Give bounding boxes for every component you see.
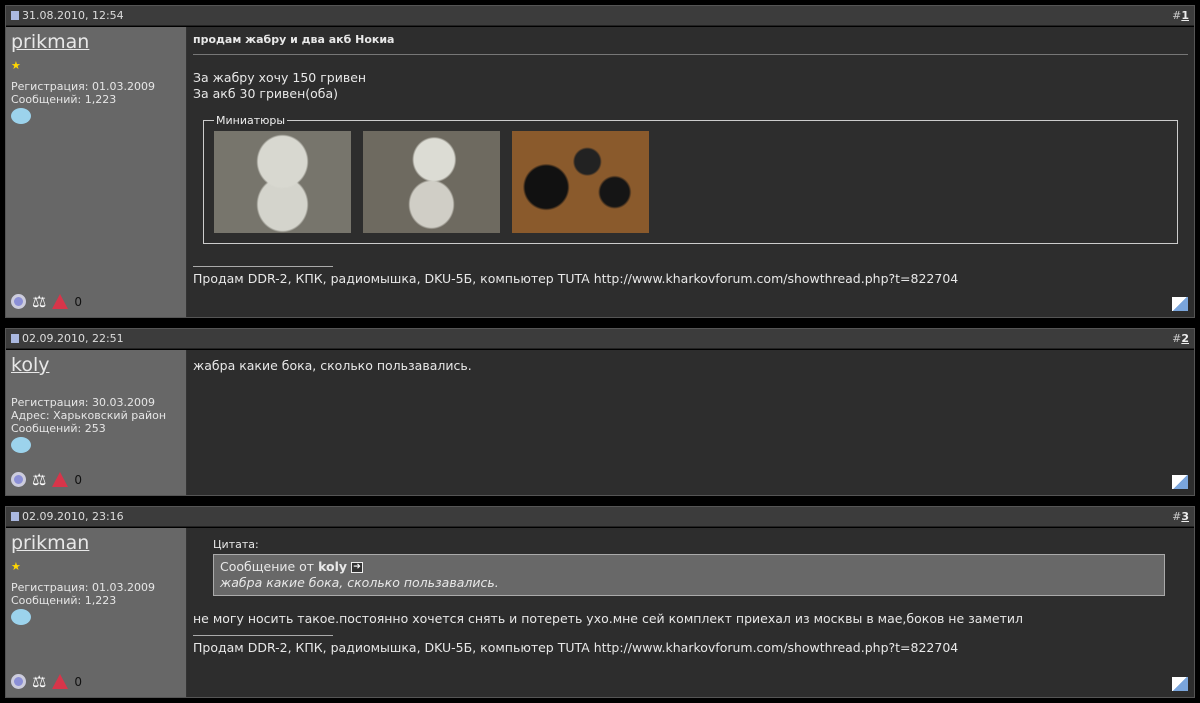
post-number-prefix: # [1172,510,1182,523]
post-title: продам жабру и два акб Нокиа [193,33,1188,55]
reputation-icon[interactable]: ⚖ [32,292,46,311]
attachment-icon: 0 [74,472,82,487]
attachment-icon: 0 [74,674,82,689]
attachments-box: Миниатюры [203,114,1178,244]
post-number[interactable]: 1 [1181,9,1189,22]
post-icon [11,512,19,521]
signature-link[interactable]: http://www.kharkovforum.com/showthread.p… [594,271,959,286]
quote-user: koly [318,559,348,574]
report-post-icon[interactable] [1172,475,1188,489]
registration-date: Регистрация: 01.03.2009 [11,80,155,93]
post-content: Цитата: Сообщение от koly ➔ жабра какие … [187,528,1194,697]
post-header: 02.09.2010, 23:16 #3 [6,507,1194,527]
msn-icon[interactable] [11,437,31,453]
post-count: Сообщений: 253 [11,422,106,435]
username-link[interactable]: prikman [11,31,181,53]
message-line: За жабру хочу 150 гривен [193,70,367,85]
quote-label: Цитата: [213,538,259,551]
report-post-icon[interactable] [1172,677,1188,691]
signature-text: Продам DDR-2, КПК, радиомышка, DKU-5Б, к… [193,640,594,655]
user-info: prikman ★ Регистрация: 01.03.2009 Сообщен… [6,27,187,317]
quote-text: жабра какие бока, сколько пользавались. [220,575,499,590]
post-count: Сообщений: 1,223 [11,93,117,106]
msn-icon[interactable] [11,108,31,124]
post-number-prefix: # [1172,332,1182,345]
signature-link[interactable]: http://www.kharkovforum.com/showthread.p… [594,640,959,655]
post-icon [11,11,19,20]
post-content: жабра какие бока, сколько пользавались. [187,350,1194,495]
thumbnail-batteries-front[interactable] [214,131,351,233]
message-line: За акб 30 гривен(оба) [193,86,339,101]
online-status-icon [11,674,26,689]
quote-from: Сообщение от [220,559,319,574]
attachments-label: Миниатюры [216,114,286,127]
thumbnail-batteries-back[interactable] [363,131,500,233]
star-icon: ★ [11,560,21,573]
report-warning-icon[interactable] [52,674,69,689]
post-number[interactable]: 2 [1181,332,1189,345]
post-number-link[interactable]: #1 [1172,9,1189,22]
signature-text: Продам DDR-2, КПК, радиомышка, DKU-5Б, к… [193,271,594,286]
message-text: не могу носить такое.постоянно хочется с… [193,611,1023,626]
online-status-icon [11,472,26,487]
post-header: 31.08.2010, 12:54 #1 [6,6,1194,26]
post-number-link[interactable]: #3 [1172,510,1189,523]
attachment-icon: 0 [74,294,82,309]
reputation-icon[interactable]: ⚖ [32,672,46,691]
user-address: Адрес: Харьковский район [11,409,167,422]
signature: Продам DDR-2, КПК, радиомышка, DKU-5Б, к… [193,640,1188,655]
post-date: 02.09.2010, 22:51 [22,332,124,345]
view-post-arrow-icon[interactable]: ➔ [351,562,364,573]
signature: Продам DDR-2, КПК, радиомышка, DKU-5Б, к… [193,271,1188,286]
username-link[interactable]: koly [11,354,181,376]
star-icon: ★ [11,59,21,72]
post-number-prefix: # [1172,9,1182,22]
username-link[interactable]: prikman [11,532,181,554]
post-1: 31.08.2010, 12:54 #1 prikman ★ Регистрац… [5,5,1195,318]
user-info: prikman ★ Регистрация: 01.03.2009 Сообщен… [6,528,187,697]
user-info: koly Регистрация: 30.03.2009 Адрес: Харьк… [6,350,187,495]
post-number-link[interactable]: #2 [1172,332,1189,345]
signature-divider [193,635,333,636]
report-post-icon[interactable] [1172,297,1188,311]
message-text: жабра какие бока, сколько пользавались. [193,358,472,373]
signature-divider [193,266,333,267]
quote-box: Сообщение от koly ➔ жабра какие бока, ск… [213,554,1165,596]
reputation-icon[interactable]: ⚖ [32,470,46,489]
registration-date: Регистрация: 01.03.2009 [11,581,155,594]
post-header: 02.09.2010, 22:51 #2 [6,329,1194,349]
post-2: 02.09.2010, 22:51 #2 koly Регистрация: 3… [5,328,1195,496]
post-icon [11,334,19,343]
post-count: Сообщений: 1,223 [11,594,117,607]
thumbnail-headset-charger[interactable] [512,131,649,233]
post-content: продам жабру и два акб Нокиа За жабру хо… [187,27,1194,317]
online-status-icon [11,294,26,309]
report-warning-icon[interactable] [52,294,69,309]
report-warning-icon[interactable] [52,472,69,487]
registration-date: Регистрация: 30.03.2009 [11,396,155,409]
msn-icon[interactable] [11,609,31,625]
post-date: 02.09.2010, 23:16 [22,510,124,523]
post-number[interactable]: 3 [1181,510,1189,523]
post-3: 02.09.2010, 23:16 #3 prikman ★ Регистрац… [5,506,1195,698]
post-date: 31.08.2010, 12:54 [22,9,124,22]
